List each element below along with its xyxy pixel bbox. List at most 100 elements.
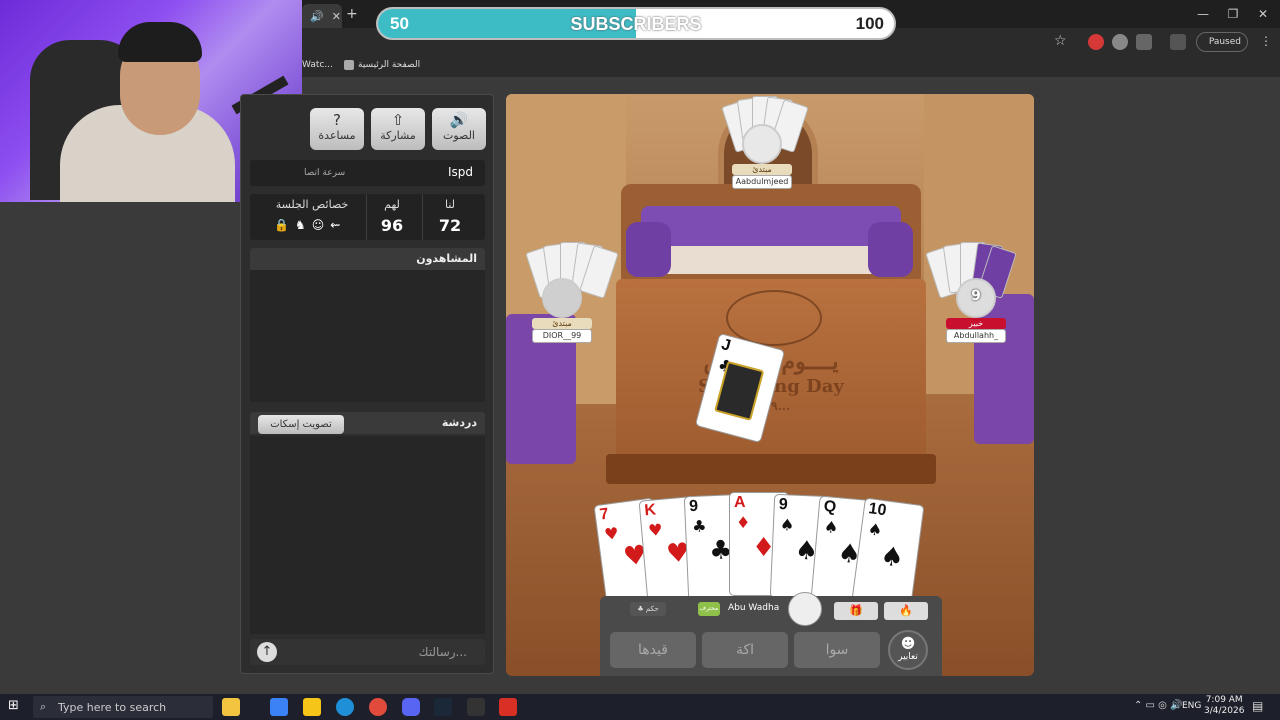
lock-icon: 🔒	[274, 218, 295, 232]
player-badge: 9	[971, 288, 981, 304]
bookmark-home[interactable]: الصفحة الرئيسية	[344, 60, 420, 70]
close-tab-icon[interactable]: ✕	[332, 10, 341, 23]
browser-tab[interactable]: 🔊 ✕	[302, 4, 342, 28]
chat-messages	[250, 436, 485, 634]
help-button[interactable]: ? مساعدة	[310, 108, 364, 150]
taskbar-search-placeholder: Type here to search	[58, 701, 167, 714]
score-us-header: لنا	[444, 198, 456, 211]
send-arrow-icon[interactable]: ↑	[257, 642, 277, 662]
file-explorer-icon[interactable]	[303, 698, 321, 716]
player-hand: 7 ♥ ♥ K ♥ ♥ 9 ♣ ♣ A ♦ ♦ 9 ♠ ♠ Q ♠ ♠ 10 ♠ ♠	[593, 488, 946, 609]
card-rank: Q	[822, 498, 837, 517]
sofa-seat	[641, 246, 901, 274]
pro-badge: محترف	[698, 602, 720, 616]
session-props-icons: 🔒♞☺⇜	[274, 218, 346, 232]
rule-tag: ♣ حكم	[630, 602, 666, 616]
card-suit-icon: ♠	[779, 515, 795, 535]
pillow-left	[626, 222, 671, 277]
card-suit-icon: ♣	[691, 516, 707, 537]
card-center-suit-icon: ♠	[878, 541, 906, 574]
emotes-button[interactable]: ☻ تعابير	[888, 630, 928, 670]
discord-icon[interactable]	[402, 698, 420, 716]
player-rank-tag: خبير	[946, 318, 1006, 329]
card-rank: 9	[778, 495, 789, 514]
smile-icon: ☺	[311, 218, 331, 232]
mute-vote-button[interactable]: تصويت إسكات	[258, 415, 344, 434]
score-them-value: 96	[380, 216, 404, 235]
new-tab-icon[interactable]: +	[346, 6, 358, 22]
copilot-icon[interactable]	[270, 698, 288, 716]
my-avatar[interactable]	[788, 592, 822, 626]
player-right[interactable]: 9 خبير Abdullahh_	[946, 278, 1006, 343]
restore-icon[interactable]: ❐	[1218, 6, 1248, 22]
windows-start-icon[interactable]: ⊞	[8, 699, 22, 713]
gift-icon[interactable]: 🎁	[834, 602, 878, 620]
player-rank-tag: مبتدئ	[532, 318, 592, 329]
extension-record-icon[interactable]	[1088, 34, 1104, 50]
sawa-button[interactable]: سوا	[794, 632, 880, 668]
player-rank-tag: مبتدئ	[732, 164, 792, 175]
card-suit-icon: ♠	[823, 517, 840, 538]
card-suit-icon: ♥	[603, 523, 620, 545]
star-icon[interactable]: ☆	[1054, 33, 1067, 49]
speaker-icon: 🔊	[449, 111, 469, 129]
connection-speed-label: سرعة اتصا	[304, 168, 346, 178]
card-suit-icon: ♦	[736, 513, 751, 532]
card-rank: J	[719, 336, 733, 355]
chat-input[interactable]: رسالتك...	[419, 645, 467, 659]
player-top[interactable]: مبتدئ Aabdulmjeed	[732, 124, 792, 189]
divider	[422, 194, 423, 240]
notification-icon[interactable]: ▤	[1252, 699, 1263, 713]
search-icon: ⌕	[40, 700, 47, 713]
card-rank: 10	[867, 500, 888, 520]
subscriber-title: SUBSCRIBERS	[570, 14, 702, 34]
share-button[interactable]: ⇧ مشاركة	[371, 108, 425, 150]
card-rank: 7	[598, 505, 610, 524]
edge-icon[interactable]	[336, 698, 354, 716]
subscriber-goal: 100	[855, 14, 884, 33]
bookmark-partial[interactable]: Watc...	[302, 60, 333, 70]
puzzle-icon[interactable]	[1136, 34, 1152, 50]
qayyidha-button[interactable]: قيدها	[610, 632, 696, 668]
extension-icon[interactable]	[1112, 34, 1128, 50]
chat-input-bar: رسالتك...	[250, 639, 485, 665]
table-edge	[606, 454, 936, 484]
connection-speed-value: Ispd	[447, 165, 473, 179]
card-rank: 9	[688, 497, 699, 516]
avatar	[742, 124, 782, 164]
pillow-right	[868, 222, 913, 277]
taskbar-clock[interactable]: 7:09 AM 3/4/2026	[1204, 695, 1244, 717]
player-name: Aabdulmjeed	[732, 175, 792, 189]
screen: 🔊 ✕ + — ❐ ✕ ☆ Paused ⋮ Watc... الصفحة ال…	[0, 0, 1280, 720]
swap-icon: ⇜	[330, 218, 347, 232]
player-left[interactable]: مبتدئ DIOR__99	[532, 278, 592, 343]
minimize-icon[interactable]: —	[1188, 6, 1218, 22]
steam-icon[interactable]	[434, 698, 452, 716]
media-icon[interactable]	[1170, 34, 1186, 50]
language-indicator[interactable]: ENG	[1182, 701, 1201, 711]
spectators-list	[250, 270, 485, 402]
chrome-icon[interactable]	[369, 698, 387, 716]
smile-icon: ☻	[900, 636, 916, 652]
fire-icon[interactable]: 🔥	[884, 602, 928, 620]
card-suit-icon: ♥	[647, 519, 664, 541]
copilot-sparkle-icon[interactable]	[222, 698, 240, 716]
menu-icon[interactable]: ⋮	[1260, 34, 1272, 48]
avatar	[542, 278, 582, 318]
app-red-icon[interactable]	[499, 698, 517, 716]
hand-card[interactable]: 10 ♠ ♠	[851, 497, 925, 609]
app-icon[interactable]	[467, 698, 485, 716]
profile-button[interactable]: Paused	[1196, 32, 1248, 52]
card-rank: K	[643, 501, 657, 520]
connection-speed-row: سرعة اتصا Ispd	[250, 160, 485, 186]
player-name: DIOR__99	[532, 329, 592, 343]
spectators-header: المشاهدون	[250, 248, 485, 270]
akka-button[interactable]: اكة	[702, 632, 788, 668]
streamer-beanie	[118, 22, 202, 62]
sound-button[interactable]: 🔊 الصوت	[432, 108, 486, 150]
close-window-icon[interactable]: ✕	[1248, 6, 1278, 22]
score-them-header: لهم	[384, 198, 400, 211]
sofa-back-cushion	[641, 206, 901, 246]
tray-icons[interactable]: ⌃ ▭ ◎ 🔊	[1134, 700, 1183, 711]
help-icon: ?	[333, 111, 341, 129]
